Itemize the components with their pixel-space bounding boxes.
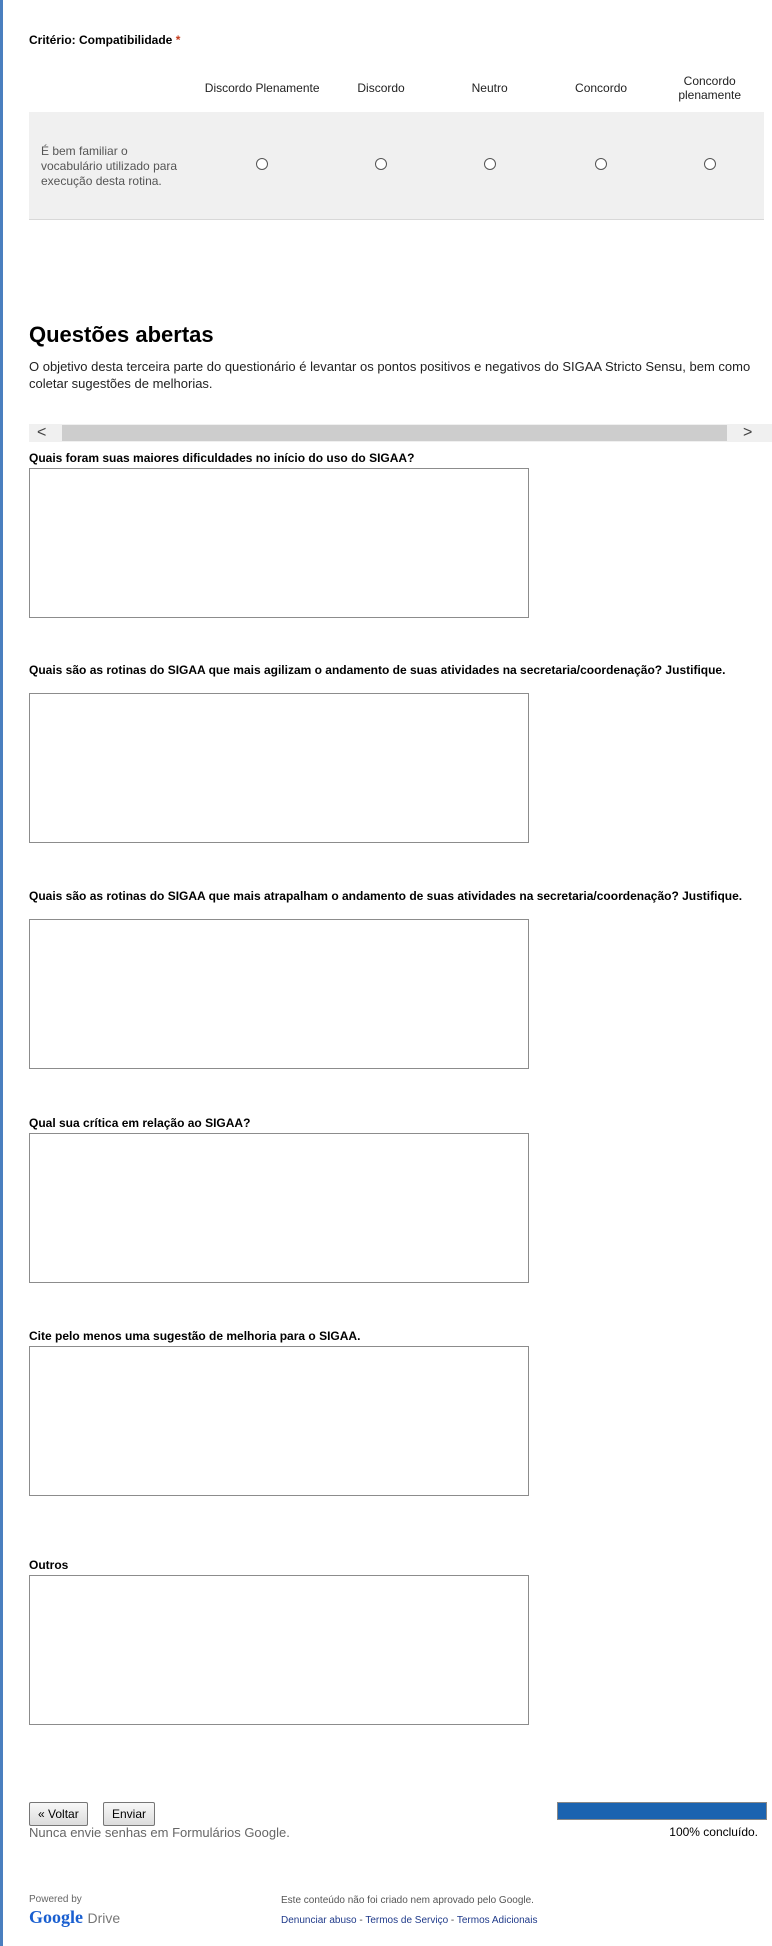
progress-bar	[557, 1802, 767, 1820]
footer-links: Denunciar abuso - Termos de Serviço - Te…	[281, 1915, 537, 1926]
grid-row-label: É bem familiar o vocabulário utilizado p…	[29, 112, 195, 220]
grid-question-title: Critério: Compatibilidade *	[29, 33, 180, 47]
back-button[interactable]: « Voltar	[29, 1802, 88, 1826]
google-drive-logo[interactable]: Google Drive	[29, 1907, 120, 1928]
question-label: Outros	[29, 1558, 69, 1572]
likert-grid: Discordo Plenamente Discordo Neutro Conc…	[29, 64, 764, 220]
col-header-discordo-plenamente: Discordo Plenamente	[204, 81, 320, 95]
question-label: Qual sua crítica em relação ao SIGAA?	[29, 1116, 251, 1130]
section-description: O objetivo desta terceira parte do quest…	[29, 359, 751, 391]
google-disclaimer: Este conteúdo não foi criado nem aprovad…	[281, 1895, 534, 1906]
scrollbar-thumb[interactable]	[62, 425, 727, 441]
left-frame-border	[0, 0, 3, 1946]
scroll-left-arrow-icon[interactable]: <	[37, 424, 46, 442]
col-header-concordo-plenamente: Concordo plenamente	[678, 74, 742, 102]
answer-textarea-helpful-routines[interactable]	[29, 693, 529, 843]
grid-title-text: Critério: Compatibilidade	[29, 33, 173, 47]
question-label: Quais foram suas maiores dificuldades no…	[29, 451, 415, 465]
col-header-neutro: Neutro	[471, 81, 508, 95]
radio-discordo-plenamente[interactable]	[256, 157, 269, 170]
grid-cell	[546, 112, 656, 220]
google-wordmark: Google	[29, 1907, 83, 1927]
grid-cell	[655, 112, 764, 220]
scroll-right-arrow-icon[interactable]: >	[743, 424, 752, 442]
link-separator: -	[448, 1915, 457, 1926]
question-label: Quais são as rotinas do SIGAA que mais a…	[29, 889, 743, 903]
col-header-concordo: Concordo	[575, 81, 628, 95]
horizontal-scrollbar[interactable]: < >	[29, 424, 772, 442]
password-warning: Nunca envie senhas em Formulários Google…	[29, 1825, 290, 1840]
col-header-discordo: Discordo	[357, 81, 405, 95]
drive-wordmark: Drive	[87, 1910, 121, 1926]
answer-textarea-difficulties[interactable]	[29, 468, 529, 618]
radio-neutro[interactable]	[483, 157, 496, 170]
grid-corner-cell	[29, 64, 195, 112]
progress-fill	[558, 1803, 766, 1819]
grid-header-row: Discordo Plenamente Discordo Neutro Conc…	[29, 64, 764, 112]
answer-textarea-suggestion[interactable]	[29, 1346, 529, 1496]
section-title: Questões abertas	[29, 322, 214, 347]
question-label: Quais são as rotinas do SIGAA que mais a…	[29, 663, 726, 677]
grid-cell	[432, 112, 547, 220]
powered-by-label: Powered by	[29, 1894, 82, 1905]
grid-row: É bem familiar o vocabulário utilizado p…	[29, 112, 764, 220]
submit-button[interactable]: Enviar	[103, 1802, 156, 1826]
grid-cell	[194, 112, 330, 220]
answer-textarea-hindering-routines[interactable]	[29, 919, 529, 1069]
radio-concordo-plenamente[interactable]	[703, 157, 716, 170]
radio-concordo[interactable]	[595, 157, 608, 170]
grid-cell	[329, 112, 433, 220]
report-abuse-link[interactable]: Denunciar abuso	[281, 1915, 357, 1926]
required-asterisk: *	[175, 33, 181, 47]
additional-terms-link[interactable]: Termos Adicionais	[457, 1915, 538, 1926]
question-label: Cite pelo menos uma sugestão de melhoria…	[29, 1329, 361, 1343]
progress-label: 100% concluído.	[669, 1825, 758, 1839]
radio-discordo[interactable]	[375, 157, 388, 170]
terms-of-service-link[interactable]: Termos de Serviço	[365, 1915, 448, 1926]
answer-textarea-critique[interactable]	[29, 1133, 529, 1283]
answer-textarea-others[interactable]	[29, 1575, 529, 1725]
